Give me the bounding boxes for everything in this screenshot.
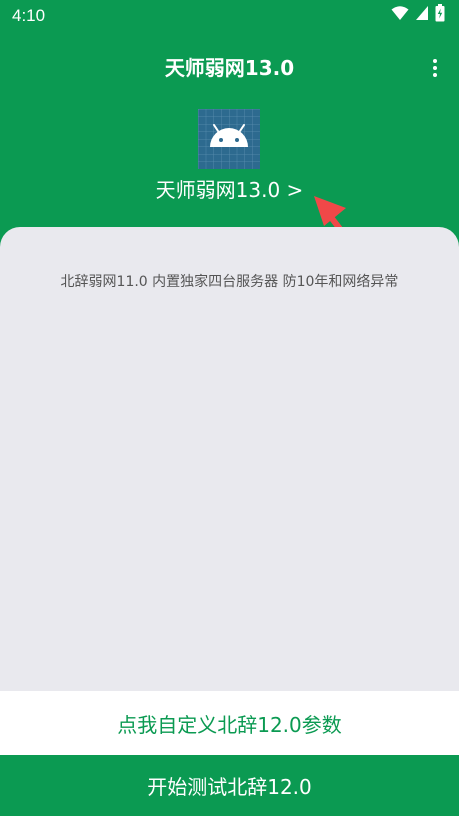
content-card: 北辞弱网11.0 内置独家四台服务器 防10年和网络异常 bbox=[0, 227, 459, 691]
more-vert-icon-dot bbox=[433, 73, 437, 77]
more-vert-icon bbox=[433, 59, 437, 63]
app-bar: 天师弱网13.0 bbox=[0, 44, 459, 92]
wifi-icon bbox=[391, 5, 409, 25]
status-time: 4:10 bbox=[12, 6, 46, 25]
start-test-button[interactable]: 开始测试北辞12.0 bbox=[0, 755, 459, 816]
android-icon[interactable] bbox=[198, 109, 260, 169]
customize-params-button[interactable]: 点我自定义北辞12.0参数 bbox=[0, 691, 459, 755]
cellular-signal-icon bbox=[415, 5, 429, 25]
more-vert-icon-dot bbox=[433, 66, 437, 70]
version-link[interactable]: 天师弱网13.0 > bbox=[0, 176, 459, 204]
app-screen: 4:10 天师弱网13.0 天师弱网13.0 > 北辞弱网11.0 内置独家四台… bbox=[0, 0, 459, 816]
more-options-button[interactable] bbox=[425, 54, 445, 82]
app-title: 天师弱网13.0 bbox=[164, 56, 295, 80]
status-bar: 4:10 bbox=[0, 0, 459, 32]
status-icons bbox=[391, 4, 445, 26]
description-text: 北辞弱网11.0 内置独家四台服务器 防10年和网络异常 bbox=[60, 274, 399, 290]
battery-charging-icon bbox=[435, 4, 445, 26]
